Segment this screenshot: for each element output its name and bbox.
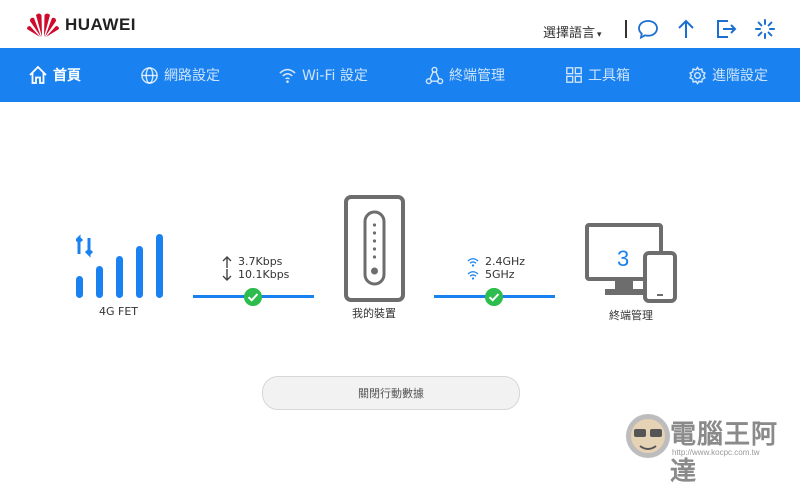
- nav-network-settings[interactable]: 網路設定: [140, 48, 220, 102]
- disable-mobile-data-button[interactable]: 關閉行動數據: [262, 376, 520, 410]
- download-rate-value: 10.1Kbps: [238, 268, 290, 281]
- language-selector[interactable]: 選擇語言 ▾: [543, 22, 602, 41]
- nav-terminal-label: 終端管理: [449, 68, 505, 84]
- nav-network-label: 網路設定: [164, 68, 220, 84]
- nav-toolbox-label: 工具箱: [588, 68, 630, 84]
- watermark-url: http://www.kocpc.com.tw: [672, 448, 760, 457]
- toolbox-grid-icon: [566, 67, 582, 83]
- main-nav: 首頁 網路設定 Wi-Fi 設定 終端管理 工具箱 進階設定: [0, 48, 800, 102]
- upload-rate-value: 3.7Kbps: [238, 255, 283, 268]
- down-arrow-icon: [222, 268, 232, 281]
- nav-wifi-settings[interactable]: Wi-Fi 設定: [278, 48, 368, 102]
- upload-arrow-icon[interactable]: [674, 17, 698, 41]
- huawei-petal-logo-icon: [27, 13, 59, 37]
- download-rate: 10.1Kbps: [222, 268, 289, 281]
- wifi-band-5-label: 5GHz: [485, 268, 515, 281]
- home-icon: [29, 65, 47, 84]
- caret-down-icon: ▾: [597, 30, 602, 40]
- language-label: 選擇語言: [543, 26, 596, 41]
- nav-advanced-settings[interactable]: 進階設定: [688, 48, 768, 102]
- wifi-small-icon: [467, 270, 479, 280]
- signal-strength-icon: [76, 234, 163, 298]
- network-type-label: 4G FET: [99, 305, 139, 318]
- nav-terminal-management[interactable]: 終端管理: [425, 48, 505, 102]
- logout-icon[interactable]: [714, 17, 738, 41]
- device-label: 我的裝置: [352, 307, 396, 320]
- nav-toolbox[interactable]: 工具箱: [565, 48, 630, 102]
- nav-home-label: 首頁: [53, 68, 81, 84]
- router-device-icon[interactable]: [344, 195, 405, 302]
- terminal-label: 終端管理: [609, 309, 653, 322]
- divider: [625, 20, 627, 38]
- huawei-logo[interactable]: HUAWEI: [27, 12, 136, 38]
- monitor-phone-icon[interactable]: [585, 223, 677, 303]
- wifi-icon: [279, 68, 296, 83]
- loading-spinner-icon[interactable]: [753, 17, 777, 41]
- nav-advanced-label: 進階設定: [712, 68, 768, 84]
- globe-icon: [141, 66, 158, 84]
- upload-rate: 3.7Kbps: [222, 255, 282, 268]
- terminal-count: 3: [617, 246, 630, 271]
- wan-connected-check-icon: [244, 288, 262, 306]
- up-arrow-icon: [222, 255, 232, 268]
- disable-mobile-data-label: 關閉行動數據: [358, 387, 424, 400]
- brand-name: HUAWEI: [65, 15, 136, 34]
- wifi-band-24-label: 2.4GHz: [485, 255, 526, 268]
- chat-icon[interactable]: [636, 17, 660, 41]
- wifi-connected-check-icon: [485, 288, 503, 306]
- wifi-small-icon: [467, 257, 479, 267]
- nav-home[interactable]: 首頁: [28, 48, 81, 102]
- wifi-band-24: 2.4GHz: [467, 255, 525, 268]
- nav-wifi-label: Wi-Fi 設定: [302, 68, 368, 84]
- wifi-band-5: 5GHz: [467, 268, 515, 281]
- gear-icon: [689, 65, 706, 85]
- top-bar: HUAWEI 選擇語言 ▾: [0, 0, 800, 48]
- network-tree-icon: [425, 66, 444, 84]
